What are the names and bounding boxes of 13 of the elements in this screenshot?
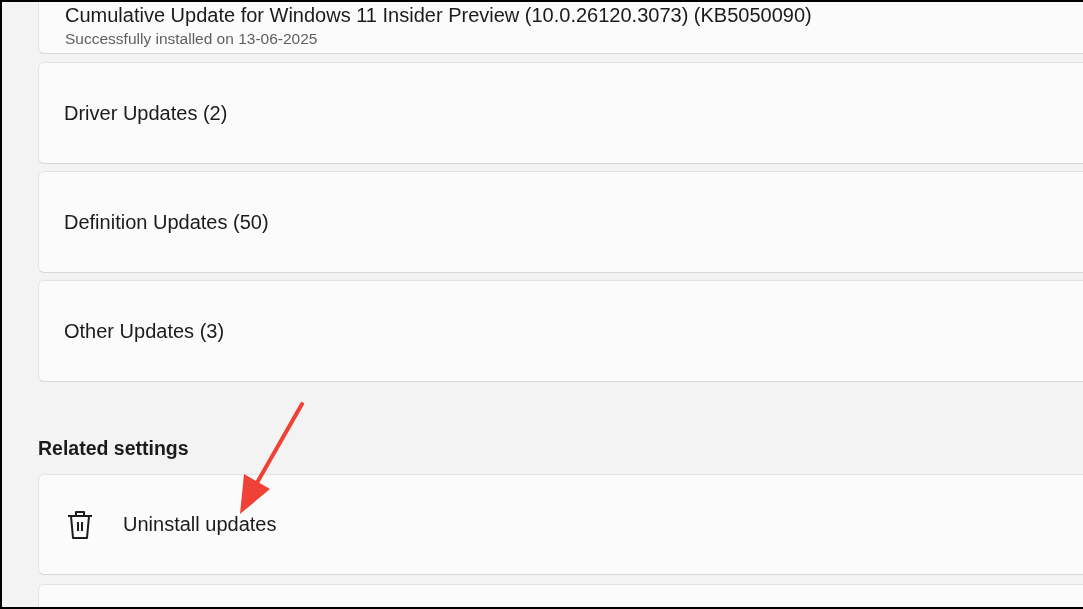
update-category: Definition Updates (50) <box>64 210 269 234</box>
settings-card[interactable]: Cumulative Update for Windows 11 Insider Preview (10.0.26120.3073) (KB5050090) Successfully installed on 13-06-2025 <box>38 2 1083 54</box>
update-title: Cumulative Update for Windows 11 Insider Preview (10.0.26120.3073) (KB5050090) <box>65 4 812 27</box>
update-category: Driver Updates (2) <box>64 101 228 125</box>
section-heading: Related settings <box>38 437 189 459</box>
setting-label: Uninstall updates <box>123 513 277 536</box>
settings-card[interactable]: Definition Updates (50) <box>38 171 1083 273</box>
update-category: Other Updates (3) <box>64 319 225 343</box>
settings-card[interactable]: Other Updates (3) <box>38 280 1083 382</box>
install-status: Successfully installed on 13-06-2025 <box>65 30 319 48</box>
settings-card[interactable]: Uninstall updates <box>38 474 1083 575</box>
trash-icon <box>67 509 93 540</box>
settings-card[interactable]: Driver Updates (2) <box>38 62 1083 164</box>
